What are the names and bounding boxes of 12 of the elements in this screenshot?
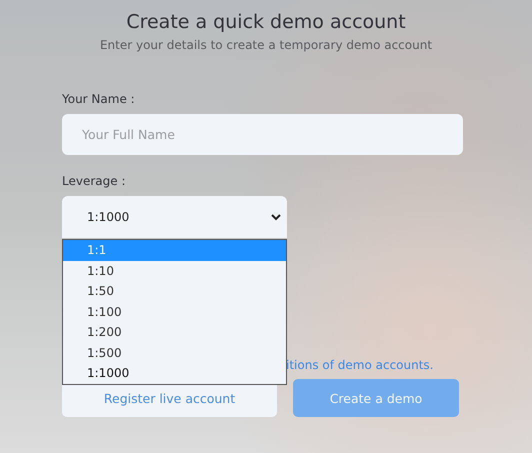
field-label: Your Name : [62, 92, 136, 106]
leverage-select[interactable]: 1:1000 [62, 196, 287, 238]
dropdown-option[interactable]: 1:100 [63, 302, 286, 322]
dropdown-option[interactable]: 1:50 [63, 281, 286, 302]
name-input-field[interactable]: Your Full Name [62, 114, 463, 155]
form-title: Create a quick demo account [125, 10, 407, 35]
dropdown-option[interactable]: 1:200 [63, 322, 286, 342]
chevron-down-icon [271, 214, 281, 220]
field-label: Leverage : [62, 174, 126, 188]
dropdown-option[interactable]: 1:500 [63, 342, 286, 363]
form-subtitle: Enter your details to create a temporary demo account [98, 38, 434, 52]
dropdown-option[interactable]: 1:10 [63, 260, 286, 281]
